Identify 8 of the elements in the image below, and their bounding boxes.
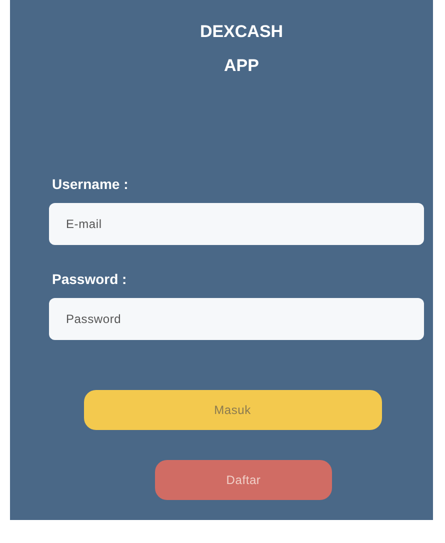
- field-label: Password :: [52, 271, 128, 287]
- input-field[interactable]: Password: [49, 298, 424, 340]
- input-field[interactable]: E-mail: [49, 203, 424, 245]
- app-title: DEXCASH: [198, 22, 284, 42]
- field-label: Username :: [52, 176, 130, 192]
- login-button[interactable]: Masuk: [84, 390, 382, 430]
- app-title: APP: [223, 56, 259, 76]
- register-button[interactable]: Daftar: [155, 460, 332, 500]
